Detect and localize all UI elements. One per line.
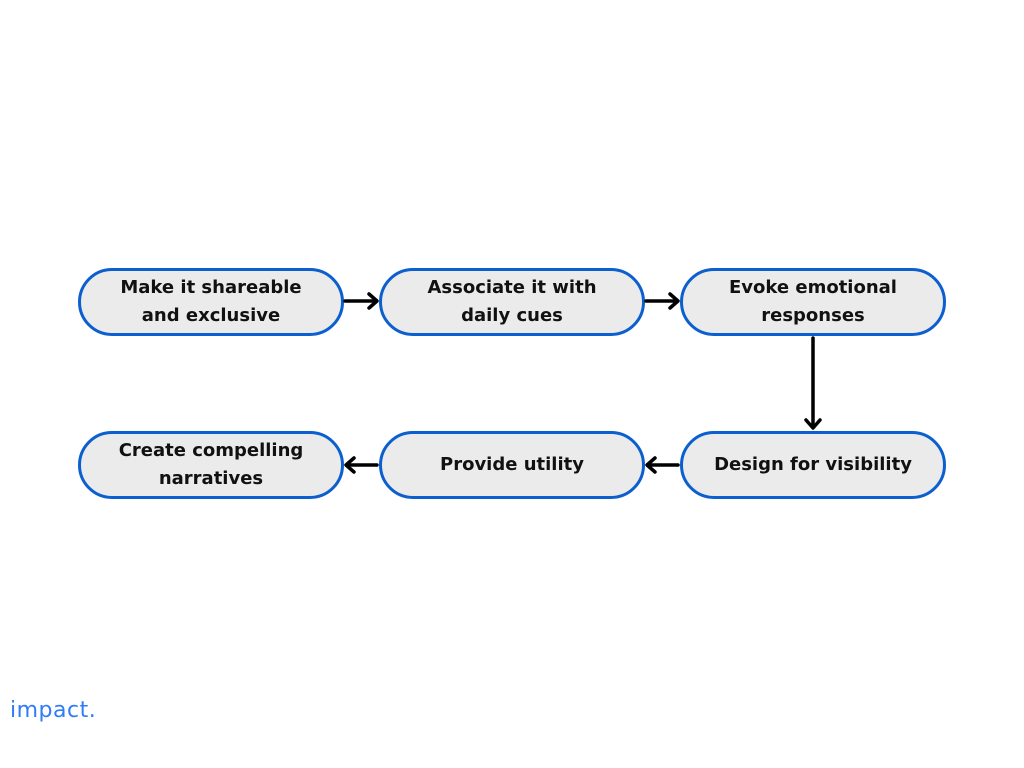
arrow-n3-n4 — [804, 336, 822, 430]
arrow-n4-n5 — [645, 456, 680, 474]
arrow-n2-n3 — [644, 292, 680, 310]
arrows-layer — [343, 292, 822, 474]
arrow-n5-n6 — [344, 456, 379, 474]
arrow-n1-n2 — [343, 292, 379, 310]
impact-logo: impact. — [10, 698, 97, 723]
